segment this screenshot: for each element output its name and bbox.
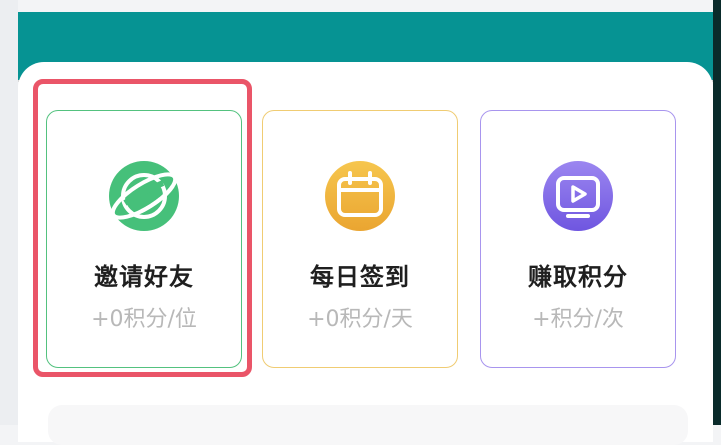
right-edge bbox=[713, 0, 721, 425]
video-play-icon bbox=[541, 159, 615, 233]
card-subtitle: +积分/次 bbox=[532, 307, 624, 332]
card-subtitle: +0积分/天 bbox=[307, 307, 413, 332]
bottom-section-card bbox=[48, 405, 688, 445]
selection-highlight bbox=[33, 79, 252, 377]
earn-points-card[interactable]: 赚取积分 +积分/次 bbox=[480, 110, 676, 368]
left-edge bbox=[0, 0, 18, 425]
daily-checkin-card[interactable]: 每日签到 +0积分/天 bbox=[262, 110, 458, 368]
calendar-icon bbox=[323, 159, 397, 233]
top-edge bbox=[18, 0, 713, 12]
card-title: 每日签到 bbox=[310, 263, 410, 291]
card-title: 赚取积分 bbox=[528, 263, 628, 291]
